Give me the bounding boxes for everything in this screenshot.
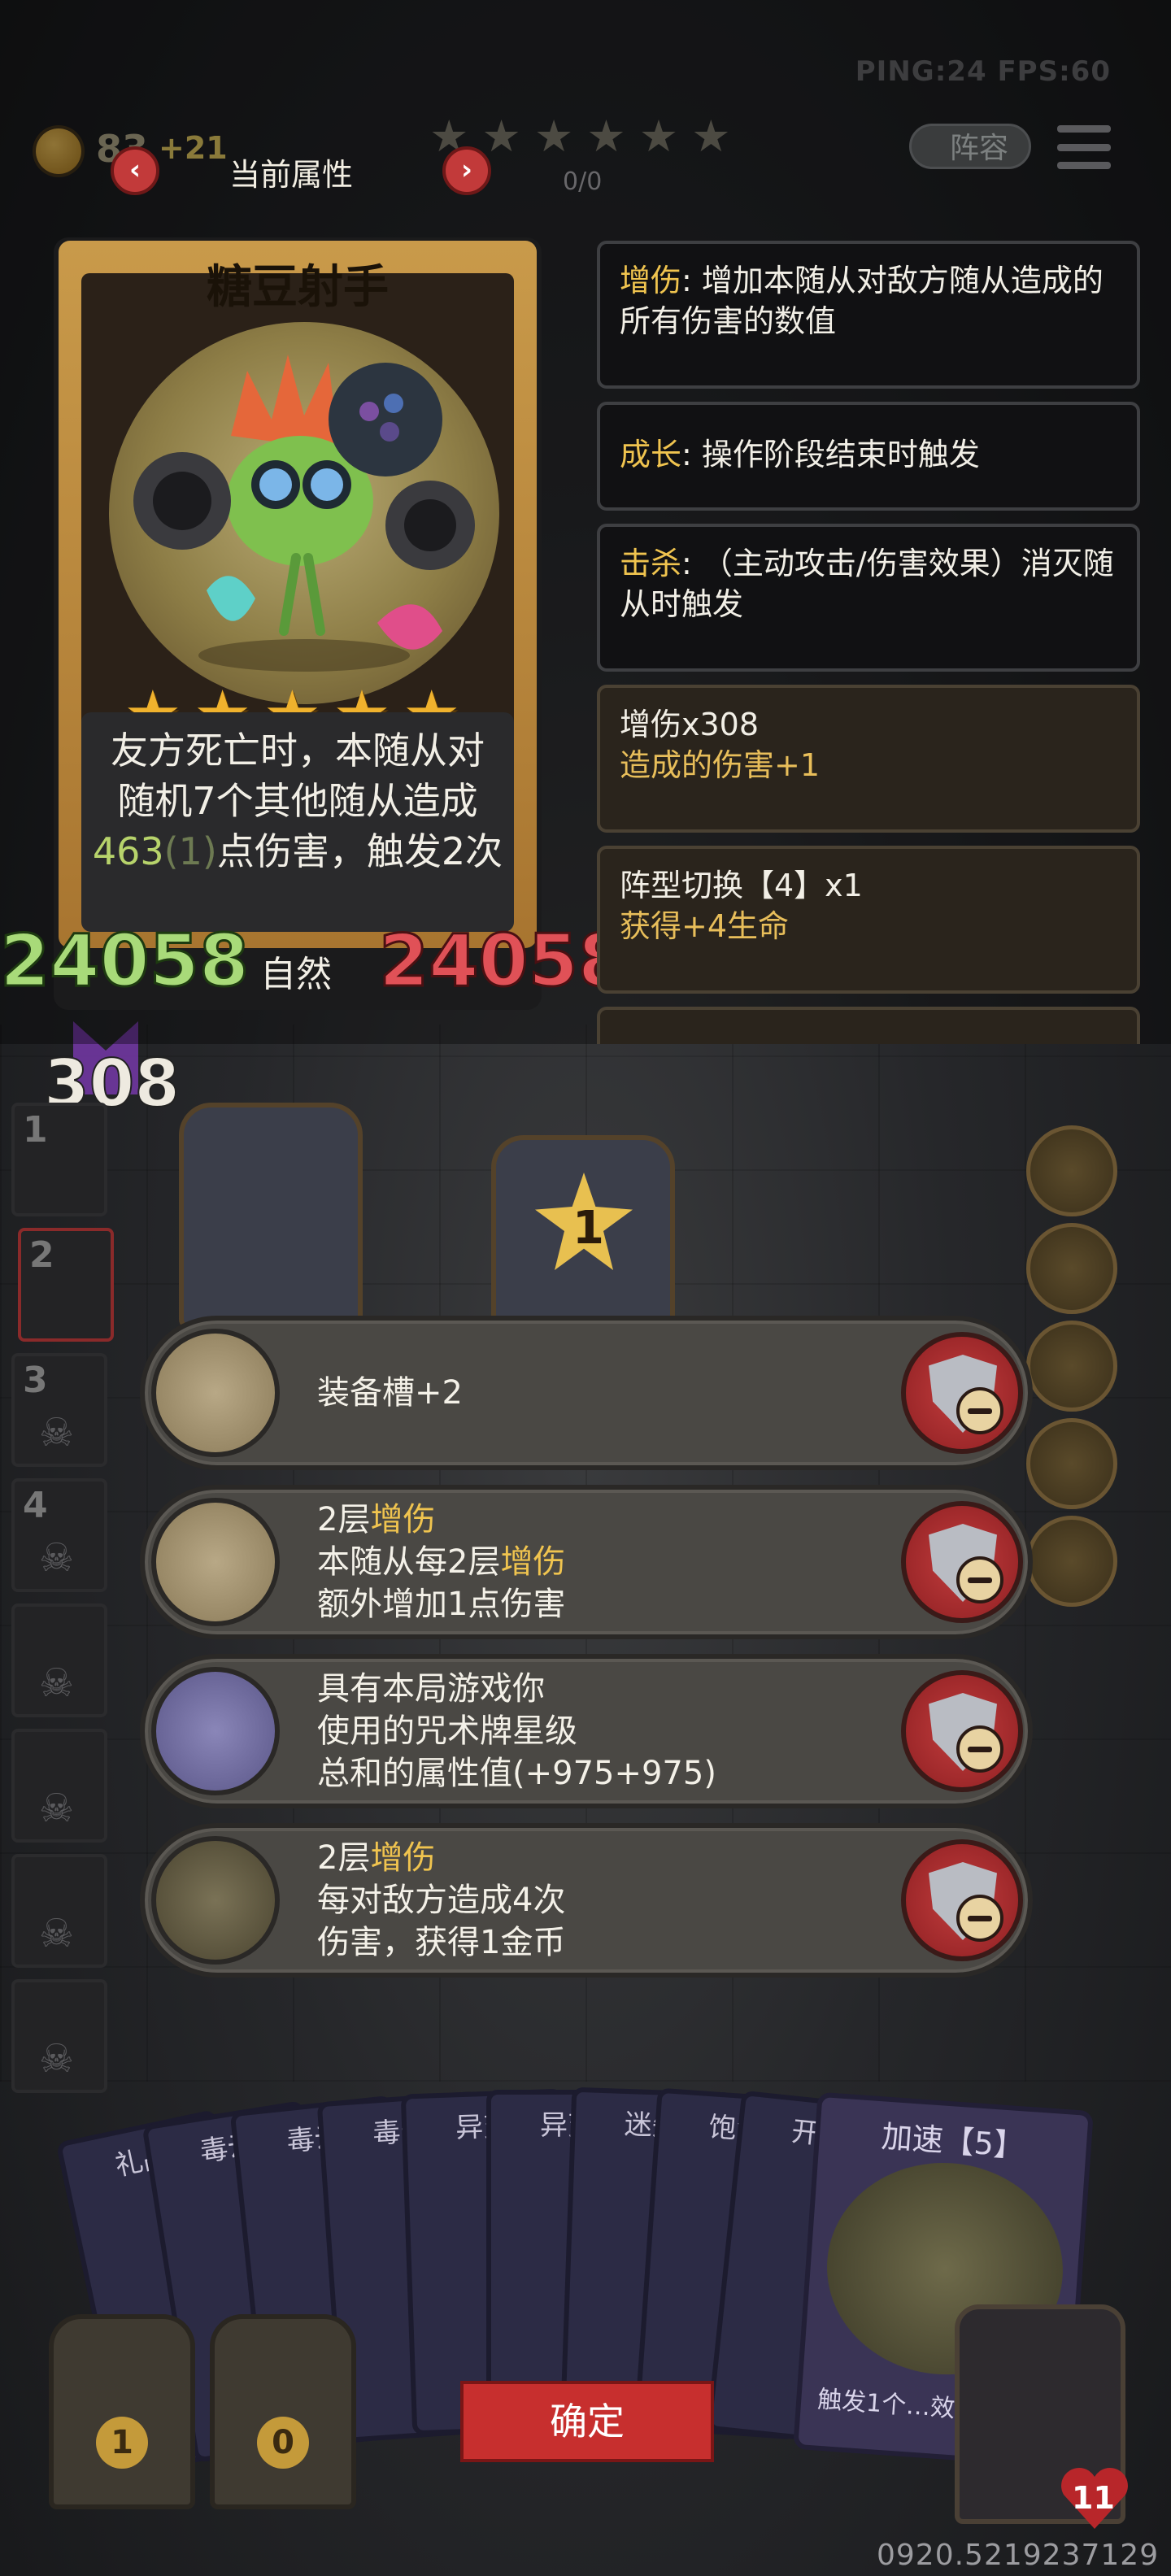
confirm-button[interactable]: 确定 (460, 2381, 714, 2462)
chest-left[interactable]: 1 (49, 2314, 195, 2509)
equipment-row: 2层增伤 每对敌方造成4次 伤害，获得1金币 (140, 1823, 1033, 1978)
equipment-row: 2层增伤 本随从每2层增伤 额外增加1点伤害 (140, 1485, 1033, 1639)
attributes-title: 当前属性 (229, 157, 354, 193)
menu-icon[interactable] (1057, 125, 1111, 169)
skull-icon: ☠ (39, 1660, 75, 1706)
team-slot-8[interactable]: ☠ (11, 1979, 107, 2093)
prev-arrow-button[interactable]: ‹ (111, 146, 159, 195)
desc-line-1: 友方死亡时，本随从对 (111, 729, 485, 772)
enemy-minion-card[interactable] (179, 1103, 363, 1330)
skull-icon: ☠ (39, 2036, 75, 2082)
skull-icon: ☠ (39, 1410, 75, 1456)
equipment-text: 具有本局游戏你 使用的咒术牌星级 总和的属性值(+975+975) (317, 1670, 716, 1792)
remove-equipment-button[interactable] (901, 1670, 1023, 1792)
skull-icon: ☠ (39, 1911, 75, 1956)
equipment-text: 2层增伤 本随从每2层增伤 额外增加1点伤害 (317, 1501, 566, 1623)
desc-line-2: 随机7个其他随从造成 (117, 779, 478, 823)
team-slot-4[interactable]: 4 ☠ (11, 1478, 107, 1592)
buff-entry: 增伤x308 造成的伤害+1 (597, 685, 1140, 833)
side-token[interactable] (1026, 1516, 1117, 1607)
equipment-text: 2层增伤 每对敌方造成4次 伤害，获得1金币 (317, 1839, 566, 1961)
health-stat: 24058 (377, 918, 629, 1004)
card-name: 糖豆射手 (207, 261, 389, 314)
chest-right-count: 0 (257, 2417, 309, 2469)
enemy-level: 1 (572, 1202, 604, 1255)
side-token[interactable] (1026, 1223, 1117, 1314)
spell-card-title: 加速【5】 (880, 2118, 1026, 2165)
buff-effect: 造成的伤害+1 (620, 747, 821, 783)
buff-title: 阵型切换【4】x1 (620, 868, 863, 903)
team-slot-3[interactable]: 3 ☠ (11, 1353, 107, 1467)
minus-icon (956, 1556, 1003, 1603)
minus-icon (956, 1895, 1003, 1942)
equipment-text: 装备槽+2 (317, 1374, 463, 1412)
skull-icon: ☠ (39, 1786, 75, 1831)
machine-equipment-icon (151, 1836, 280, 1965)
ping-fps-readout: PING:24 FPS:60 (855, 55, 1111, 88)
star-icon: ★ (586, 111, 626, 162)
team-slot-2[interactable]: 2 (18, 1228, 114, 1342)
remove-equipment-button[interactable] (901, 1332, 1023, 1454)
lineup-button[interactable]: 阵容 (909, 124, 1031, 169)
star-icon: ★ (638, 111, 679, 162)
remove-equipment-button[interactable] (901, 1501, 1023, 1623)
damage-bonus: (1) (163, 829, 217, 873)
star-icon: ★ (481, 111, 521, 162)
gold-coin-icon (36, 128, 81, 174)
attack-stat: 24058 (0, 918, 250, 1004)
remove-equipment-button[interactable] (901, 1839, 1023, 1961)
hero-health: 11 (1072, 2480, 1115, 2516)
rope-equipment-icon (151, 1498, 280, 1626)
chest-right[interactable]: 0 (210, 2314, 356, 2509)
team-slot-5[interactable]: ☠ (11, 1603, 107, 1717)
keyword-info-kill: 击杀: （主动攻击/伤害效果）消灭随从时触发 (597, 524, 1140, 672)
skull-icon: ☠ (39, 1535, 75, 1581)
buff-entry: 阵型切换【4】x1 获得+4生命 (597, 846, 1140, 994)
minion-type: 自然 (260, 954, 332, 995)
keyword-info-growth: 成长: 操作阶段结束时触发 (597, 402, 1140, 511)
side-token[interactable] (1026, 1125, 1117, 1216)
next-arrow-button[interactable]: › (442, 146, 491, 195)
pig-equipment-icon (151, 1329, 280, 1457)
side-token[interactable] (1026, 1418, 1117, 1509)
spell-card-equipment-icon (151, 1667, 280, 1795)
card-description: 友方死亡时，本随从对 随机7个其他随从造成 463(1)点伤害，触发2次 (81, 712, 514, 932)
team-slot-7[interactable]: ☠ (11, 1854, 107, 1968)
buff-entry-partial (597, 1007, 1140, 1044)
minion-card: 糖豆射手 ★ ★ ★ ★ ★ 友方死亡时，本随从对 随机 (54, 237, 542, 1010)
buff-effect: 获得+4生命 (620, 908, 790, 944)
minus-icon (956, 1387, 1003, 1434)
team-slot-6[interactable]: ☠ (11, 1729, 107, 1843)
side-token[interactable] (1026, 1321, 1117, 1412)
star-icon: ★ (533, 111, 574, 162)
star-icon: ★ (691, 111, 731, 162)
desc-line-3: 点伤害，触发2次 (216, 829, 503, 873)
team-slot-1[interactable]: 1 (11, 1103, 107, 1216)
equipment-row: 具有本局游戏你 使用的咒术牌星级 总和的属性值(+975+975) (140, 1654, 1033, 1808)
peashooter-portrait (109, 322, 499, 704)
gold-income: +21 (159, 130, 228, 166)
buff-title: 增伤x308 (620, 707, 760, 742)
version-readout: 0920.5219237129 (877, 2539, 1160, 2572)
damage-value: 463 (92, 829, 164, 873)
enemy-minion-card[interactable]: 1 (491, 1135, 675, 1330)
keyword-info-damage: 增伤: 增加本随从对敌方随从造成的所有伤害的数值 (597, 241, 1140, 389)
progress-counter: 0/0 (563, 168, 603, 196)
chest-left-count: 1 (96, 2417, 148, 2469)
equipment-row: 装备槽+2 (140, 1316, 1033, 1470)
minus-icon (956, 1725, 1003, 1773)
